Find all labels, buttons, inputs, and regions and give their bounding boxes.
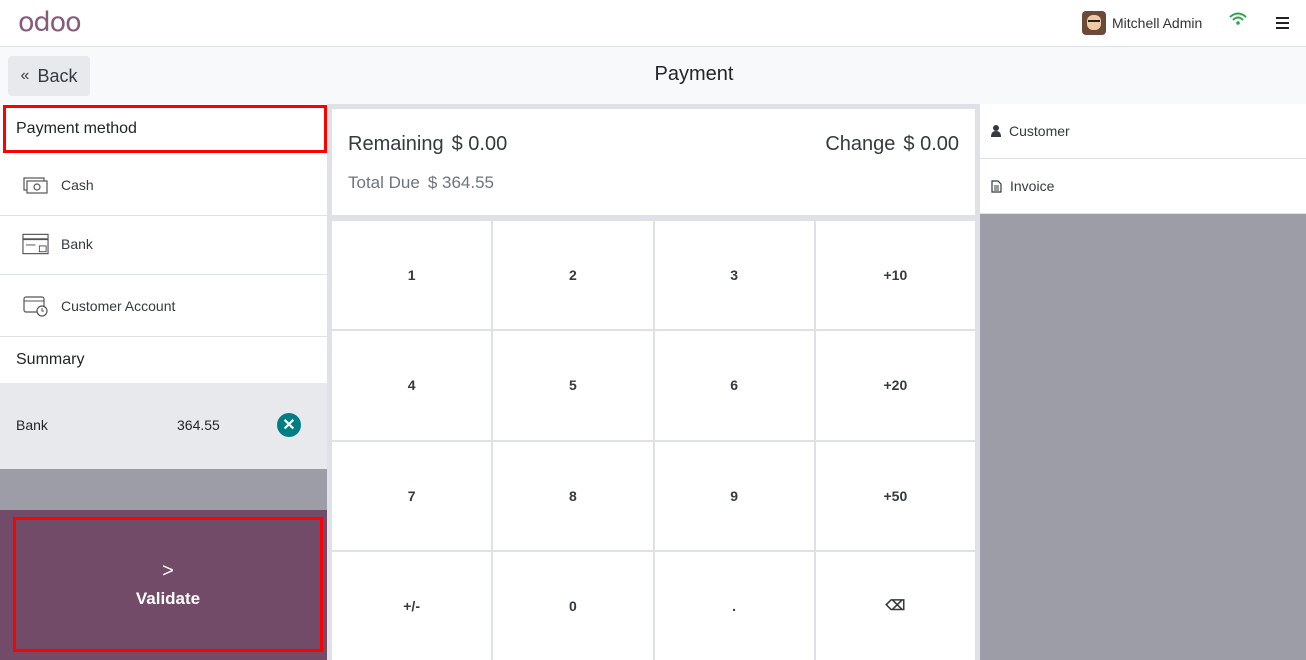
payment-center-panel: Remaining $ 0.00 Change $ 0.00 Total Due $ …	[327, 104, 980, 660]
validate-button[interactable]: > Validate	[0, 510, 327, 660]
numpad-key-plus-50[interactable]: +50	[815, 441, 975, 550]
customer-button[interactable]: Customer	[980, 104, 1306, 159]
numpad-key-1[interactable]: 1	[332, 221, 492, 330]
payment-method-customer-account[interactable]: Customer Account	[0, 275, 327, 337]
payment-methods-panel: Payment method Cash Bank Customer Accoun…	[0, 104, 327, 660]
numpad-key-0[interactable]: 0	[493, 551, 653, 660]
numpad-key-4[interactable]: 4	[332, 331, 492, 440]
numpad-key-plus-20[interactable]: +20	[815, 331, 975, 440]
chevron-right-icon: >	[162, 560, 174, 582]
payment-method-heading: Payment method	[3, 105, 327, 153]
numpad-key-9[interactable]: 9	[654, 441, 814, 550]
hamburger-menu-icon[interactable]	[1276, 17, 1289, 29]
validate-highlight[interactable]: > Validate	[13, 517, 323, 652]
total-due: Total Due $ 364.55	[348, 173, 495, 192]
backspace-icon[interactable]: ⌫	[815, 551, 975, 660]
left-panel-spacer	[0, 469, 327, 510]
payment-method-bank[interactable]: Bank	[0, 213, 327, 275]
payment-method-cash[interactable]: Cash	[0, 154, 327, 216]
numpad-key-decimal[interactable]: .	[654, 551, 814, 660]
page-title: Payment	[654, 63, 734, 85]
delete-payment-line-icon[interactable]: ✕	[277, 413, 301, 437]
numpad-key-plus-10[interactable]: +10	[815, 221, 975, 330]
user-icon	[991, 125, 1001, 137]
payment-method-label: Customer Account	[61, 297, 176, 314]
user-name: Mitchell Admin	[1112, 15, 1203, 31]
odoo-logo: odoo	[18, 7, 82, 38]
numpad-key-6[interactable]: 6	[654, 331, 814, 440]
bank-card-icon	[22, 233, 49, 255]
payment-options-panel: Customer Invoice	[980, 104, 1306, 660]
cash-icon	[22, 174, 49, 196]
customer-account-icon	[22, 295, 49, 317]
payment-status: Remaining $ 0.00 Change $ 0.00 Total Due $ …	[332, 109, 975, 215]
numpad-key-3[interactable]: 3	[654, 221, 814, 330]
invoice-label: Invoice	[1010, 178, 1055, 194]
customer-label: Customer	[1009, 123, 1070, 139]
numpad: 1 2 3 +10 4 5 6 +20 7 8 9 +50 +/- 0 . ⌫	[332, 221, 975, 660]
numpad-key-plus-minus[interactable]: +/-	[332, 551, 492, 660]
numpad-key-7[interactable]: 7	[332, 441, 492, 550]
file-text-icon	[991, 179, 1002, 193]
user-menu[interactable]: Mitchell Admin	[1082, 11, 1202, 35]
summary-payment-line[interactable]: Bank 364.55 ✕	[0, 383, 327, 469]
payment-method-label: Bank	[61, 235, 93, 252]
invoice-button[interactable]: Invoice	[980, 159, 1306, 214]
change-amount: Change $ 0.00	[825, 133, 959, 155]
numpad-key-2[interactable]: 2	[493, 221, 653, 330]
payment-line-amount: 364.55	[177, 417, 220, 433]
numpad-key-8[interactable]: 8	[493, 441, 653, 550]
validate-label: Validate	[135, 589, 201, 608]
top-navbar: odoo Mitchell Admin	[0, 0, 1306, 47]
payment-method-label: Cash	[61, 176, 94, 193]
summary-heading: Summary	[16, 351, 85, 368]
payment-line-method: Bank	[16, 417, 48, 433]
numpad-key-5[interactable]: 5	[493, 331, 653, 440]
avatar	[1082, 11, 1106, 35]
wifi-icon[interactable]	[1229, 12, 1247, 26]
control-bar: « Back Payment	[0, 47, 1306, 104]
remaining-amount: Remaining $ 0.00	[348, 133, 508, 155]
